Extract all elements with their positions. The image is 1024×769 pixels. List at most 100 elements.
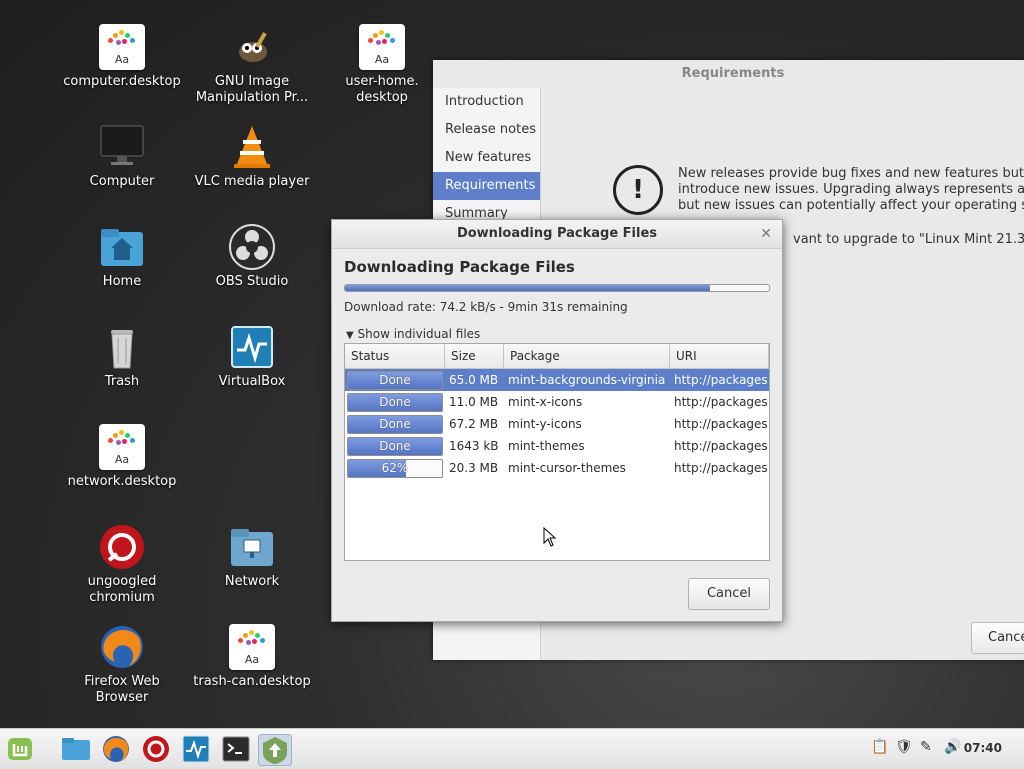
upgrade-cancel-button[interactable]: Cance — [971, 622, 1024, 654]
desktop-icon-home[interactable]: Home — [62, 224, 182, 290]
file-progress-bar: Done — [347, 437, 443, 456]
desktop-icon-label: user-home. desktop — [345, 74, 419, 105]
upgrade-question: vant to upgrade to "Linux Mint 21.3 Virg… — [793, 232, 1024, 247]
desktop-icon-network-desktop[interactable]: network.desktop — [62, 424, 182, 490]
desktop-icon-label: trash-can.desktop — [193, 674, 311, 689]
desktop-icon-chromium[interactable]: ungoogled chromium — [62, 524, 182, 606]
table-row[interactable]: Done 67.2 MB mint-y-icons http://packages — [345, 413, 769, 435]
status-text: 62% — [381, 461, 409, 475]
uri-cell: http://packages — [674, 461, 768, 475]
show-files-toggle[interactable]: ▼ Show individual files — [346, 327, 480, 341]
package-cell: mint-x-icons — [508, 395, 583, 409]
size-cell: 1643 kB — [449, 439, 499, 453]
desktop-icon-label: VirtualBox — [218, 374, 286, 389]
overall-progress-bar — [344, 284, 770, 292]
status-cell: Done — [345, 391, 445, 413]
download-dialog: Downloading Package Files ✕ Downloading … — [331, 219, 783, 622]
desktop-icon-label: Network — [224, 574, 280, 589]
size-cell: 67.2 MB — [449, 417, 499, 431]
close-icon[interactable]: ✕ — [760, 220, 772, 248]
desktop-file-icon — [229, 624, 275, 670]
files-table: Status Size Package URI Done 65.0 MB mint-… — [344, 343, 770, 561]
mint-menu-icon[interactable] — [4, 734, 36, 764]
table-row[interactable]: Done 11.0 MB mint-x-icons http://packages — [345, 391, 769, 413]
status-text: Done — [379, 373, 411, 387]
cancel-button[interactable]: Cancel — [688, 578, 770, 610]
table-body: Done 65.0 MB mint-backgrounds-virginia http… — [345, 369, 769, 479]
desktop-icon-computer[interactable]: Computer — [62, 124, 182, 190]
clock[interactable]: 07:40 — [964, 741, 1002, 755]
desktop-icon-label: OBS Studio — [215, 274, 289, 289]
file-progress-bar: Done — [347, 415, 443, 434]
size-cell: 20.3 MB — [449, 461, 499, 475]
sidebar-item-requirements[interactable]: Requirements — [433, 172, 540, 200]
column-status[interactable]: Status — [345, 344, 445, 368]
desktop-icon-label: Computer — [89, 174, 155, 189]
network-icon[interactable]: ✎ — [920, 739, 932, 755]
desktop-icon-user-home-desktop[interactable]: user-home. desktop — [322, 24, 442, 106]
chromium-icon — [99, 524, 145, 570]
column-package[interactable]: Package — [504, 344, 670, 368]
sidebar-item-new-features[interactable]: New features — [433, 144, 540, 172]
table-row[interactable]: Done 65.0 MB mint-backgrounds-virginia http… — [345, 369, 769, 391]
desktop-icon-trash-can-desktop[interactable]: trash-can.desktop — [192, 624, 312, 690]
mouse-pointer-icon — [543, 526, 557, 551]
desktop-file-icon — [99, 424, 145, 470]
dialog-heading: Downloading Package Files — [344, 258, 575, 276]
desktop-icon-obs[interactable]: OBS Studio — [192, 224, 312, 290]
virtualbox-icon — [229, 324, 275, 370]
requirements-message: New releases provide bug fixes and new f… — [678, 166, 1024, 214]
uri-cell: http://packages — [674, 395, 768, 409]
desktop-icon-label: VLC media player — [194, 174, 310, 189]
status-cell: Done — [345, 413, 445, 435]
status-text: Done — [379, 439, 411, 453]
uri-cell: http://packages — [674, 439, 768, 453]
chromium-icon[interactable] — [140, 734, 172, 764]
firefox-icon — [99, 624, 145, 670]
desktop-icon-firefox[interactable]: Firefox Web Browser — [62, 624, 182, 706]
desktop-icon-label: ungoogled chromium — [87, 574, 157, 605]
file-progress-bar: 62% — [347, 459, 443, 478]
clipboard-icon[interactable]: 📋 — [871, 739, 888, 755]
desktop-icon-gimp[interactable]: GNU Image Manipulation Pr... — [192, 24, 312, 106]
table-row[interactable]: Done 1643 kB mint-themes http://packages — [345, 435, 769, 457]
desktop-icon-label: GNU Image Manipulation Pr... — [195, 74, 309, 105]
message-line: New releases provide bug fixes and new f… — [678, 166, 1024, 181]
desktop-icon-vlc[interactable]: VLC media player — [192, 124, 312, 190]
terminal-icon[interactable] — [220, 734, 252, 764]
uri-cell: http://packages — [674, 417, 768, 431]
files-icon[interactable] — [60, 734, 92, 764]
sidebar-item-release-notes[interactable]: Release notes — [433, 116, 540, 144]
upgrade-window-title: Requirements — [681, 66, 785, 81]
status-text: Done — [379, 417, 411, 431]
status-cell: Done — [345, 369, 445, 391]
desktop-icon-network[interactable]: Network — [192, 524, 312, 590]
dialog-titlebar: Downloading Package Files ✕ — [332, 220, 782, 249]
desktop-icon-label: Firefox Web Browser — [84, 674, 160, 705]
column-size[interactable]: Size — [445, 344, 504, 368]
dialog-title: Downloading Package Files — [456, 226, 658, 241]
package-cell: mint-cursor-themes — [508, 461, 626, 475]
vlc-icon — [229, 124, 275, 170]
shield-icon[interactable]: 🛡 — [895, 739, 913, 755]
monitor-icon — [99, 124, 145, 170]
volume-icon[interactable]: 🔊 — [944, 739, 961, 755]
warning-icon: ! — [613, 165, 663, 215]
desktop-icon-virtualbox[interactable]: VirtualBox — [192, 324, 312, 390]
package-cell: mint-y-icons — [508, 417, 582, 431]
update-manager-icon[interactable] — [258, 734, 292, 766]
virtualbox-icon[interactable] — [180, 734, 212, 764]
size-cell: 11.0 MB — [449, 395, 499, 409]
firefox-icon[interactable] — [100, 734, 132, 764]
column-uri[interactable]: URI — [670, 344, 769, 368]
uri-cell: http://packages — [674, 373, 768, 387]
table-row[interactable]: 62% 20.3 MB mint-cursor-themes http://packa… — [345, 457, 769, 479]
desktop-file-icon — [99, 24, 145, 70]
sidebar-item-introduction[interactable]: Introduction — [433, 88, 540, 116]
show-files-label: Show individual files — [357, 327, 481, 341]
file-progress-bar: Done — [347, 393, 443, 412]
desktop-icon-computer-desktop[interactable]: computer.desktop — [62, 24, 182, 90]
desktop-icon-trash[interactable]: Trash — [62, 324, 182, 390]
status-cell: 62% — [345, 457, 445, 479]
home-folder-icon — [99, 224, 145, 270]
